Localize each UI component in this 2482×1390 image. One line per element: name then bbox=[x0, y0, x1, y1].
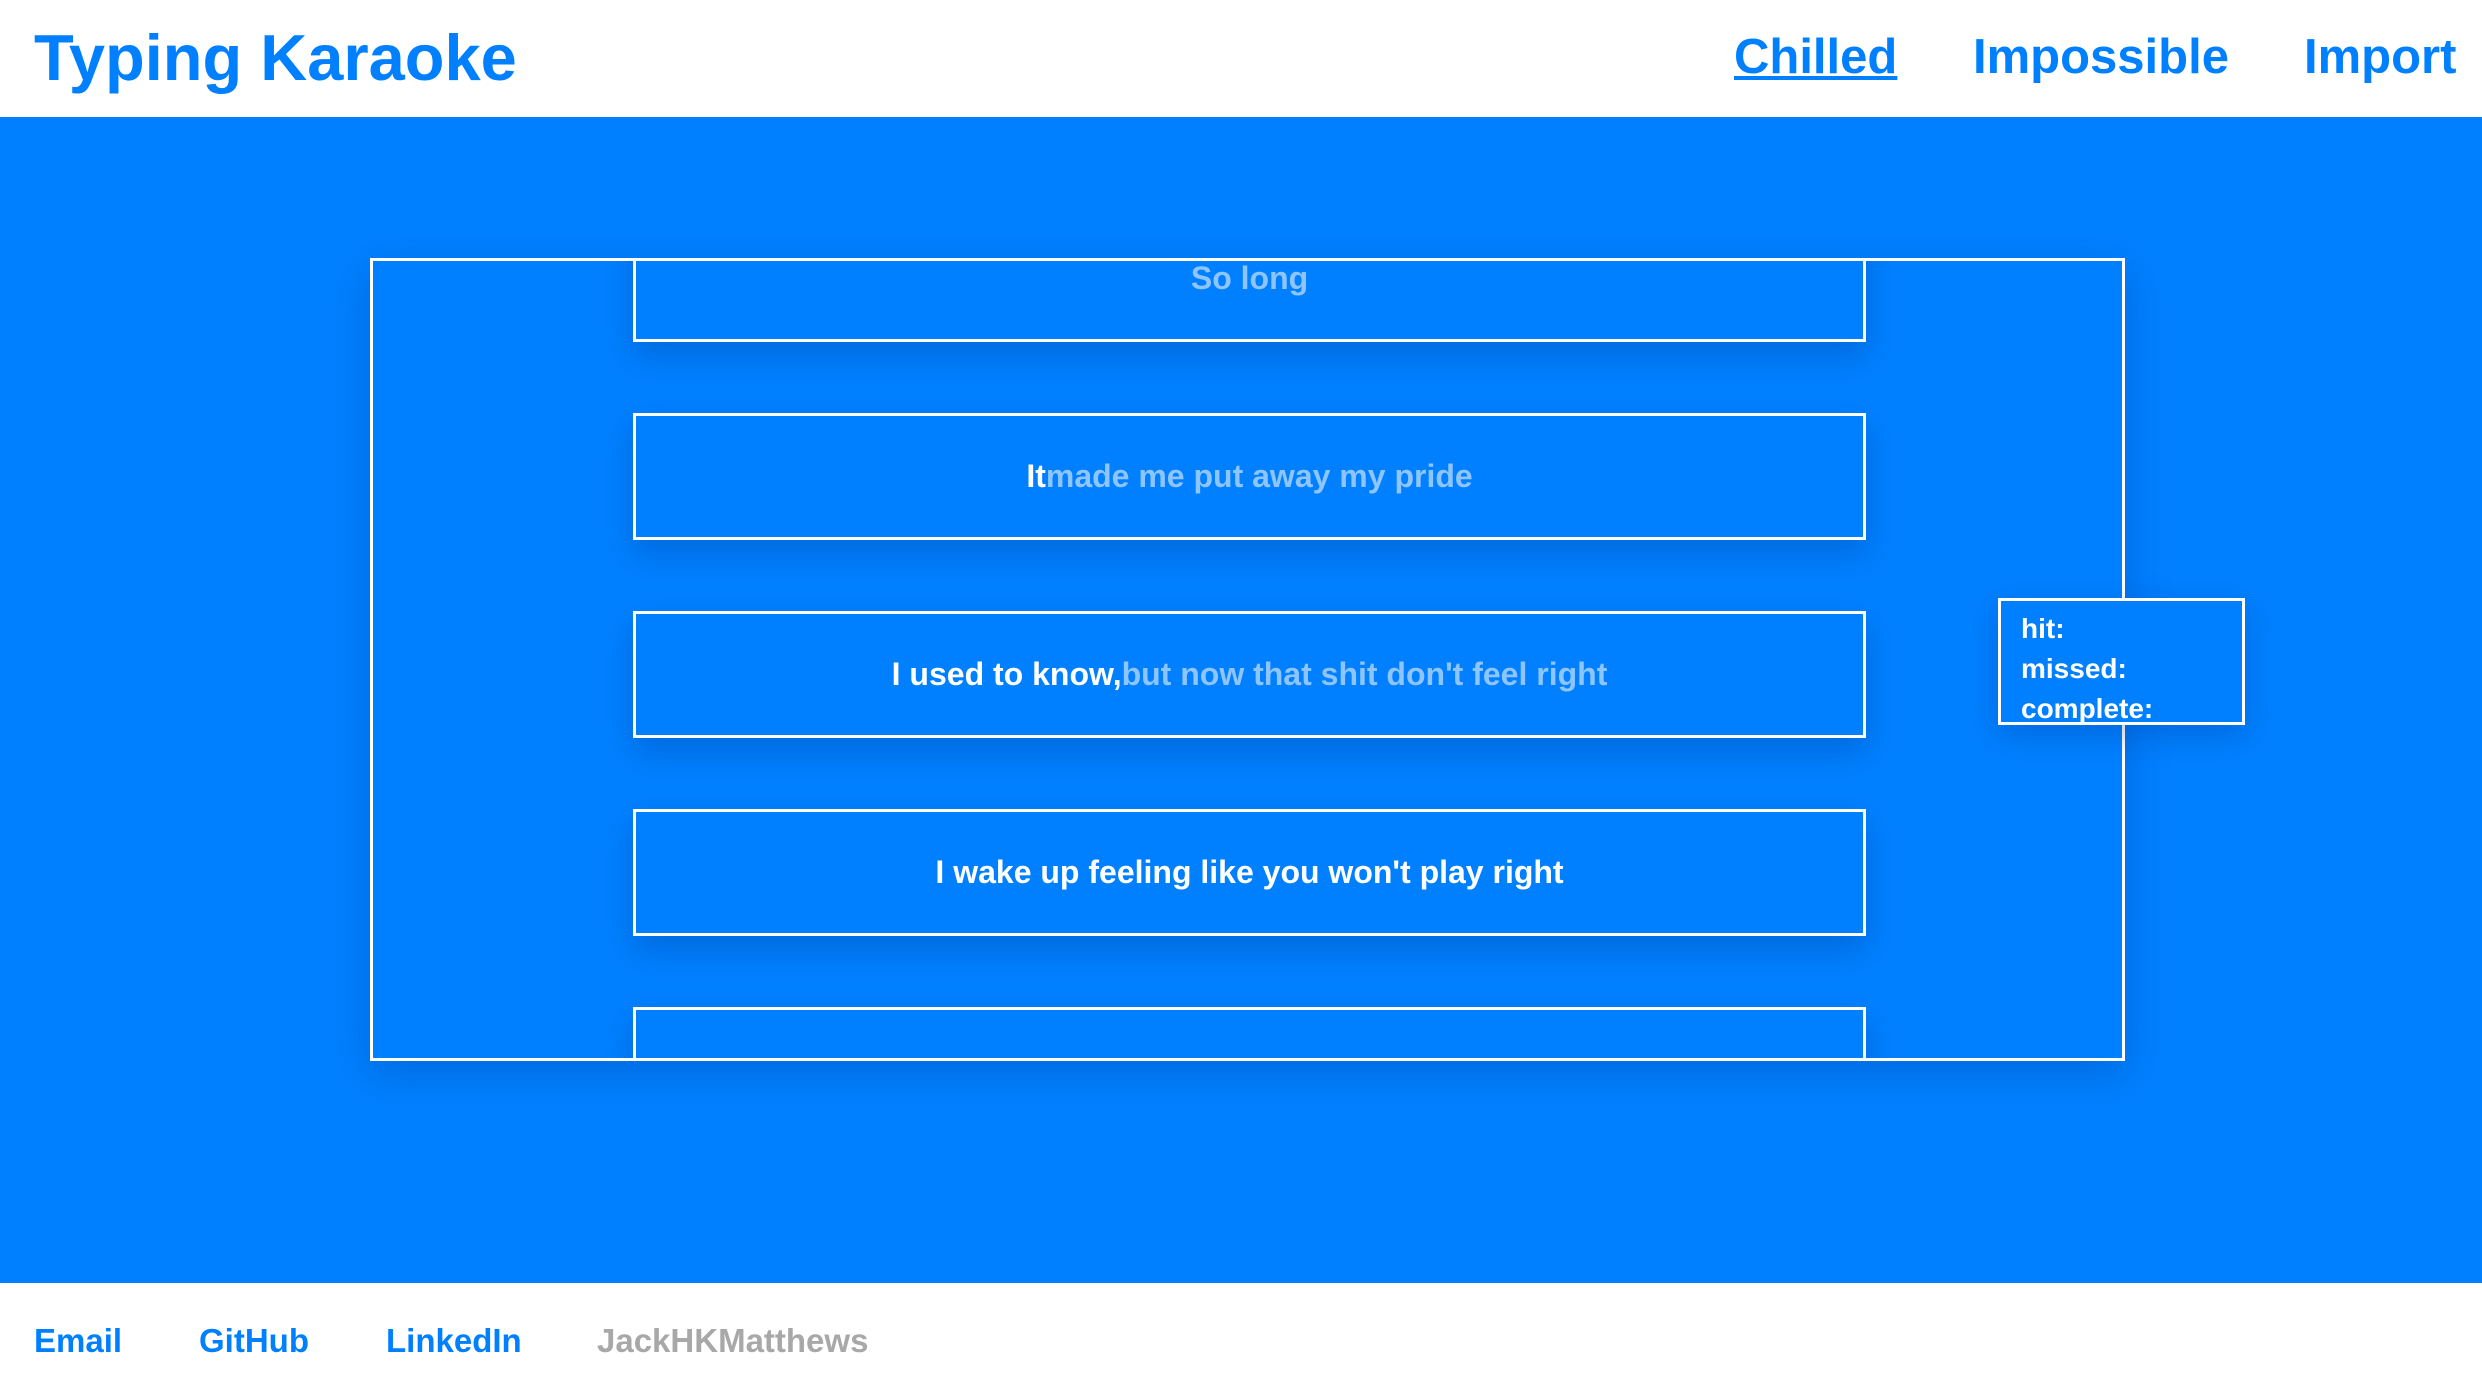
footer: Email GitHub LinkedIn JackHKMatthews bbox=[0, 1283, 2482, 1390]
lyric-line: So long bbox=[633, 260, 1866, 342]
linkedin-link[interactable]: LinkedIn bbox=[386, 1321, 522, 1361]
lyric-typed: I used to know, bbox=[891, 656, 1122, 692]
complete-label: complete: bbox=[2021, 693, 2154, 724]
score-panel: hit: missed: complete: bbox=[1998, 598, 2245, 725]
github-link[interactable]: GitHub bbox=[199, 1321, 309, 1361]
lyrics-viewport[interactable]: So long It made me put away my pride I u… bbox=[370, 258, 2125, 1061]
app-title[interactable]: Typing Karaoke bbox=[34, 18, 517, 98]
lyric-pending: but now that shit don't feel right bbox=[1121, 656, 1608, 692]
lyric-pending: So long bbox=[1190, 260, 1309, 296]
lyric-line-current: I used to know, but now that shit don't … bbox=[633, 611, 1866, 738]
lyric-line bbox=[633, 1007, 1866, 1058]
lyric-line: I wake up feeling like you won't play ri… bbox=[633, 809, 1866, 936]
nav-impossible[interactable]: Impossible bbox=[1973, 24, 2229, 90]
lyric-pending: made me put away my pride bbox=[1045, 458, 1473, 494]
nav-import[interactable]: Import bbox=[2304, 24, 2456, 90]
email-link[interactable]: Email bbox=[34, 1321, 122, 1361]
lyric-typed: It bbox=[1026, 458, 1046, 494]
missed-label: missed: bbox=[2021, 653, 2127, 684]
lyric-line: It made me put away my pride bbox=[633, 413, 1866, 540]
game-stage: So long It made me put away my pride I u… bbox=[0, 117, 2482, 1283]
top-bar: Typing Karaoke Chilled Impossible Import bbox=[0, 0, 2482, 117]
author-name: JackHKMatthews bbox=[597, 1322, 869, 1359]
nav-chilled[interactable]: Chilled bbox=[1734, 24, 1897, 90]
lyric-typed: I wake up feeling like you won't play ri… bbox=[935, 854, 1564, 890]
hit-label: hit: bbox=[2021, 613, 2065, 644]
